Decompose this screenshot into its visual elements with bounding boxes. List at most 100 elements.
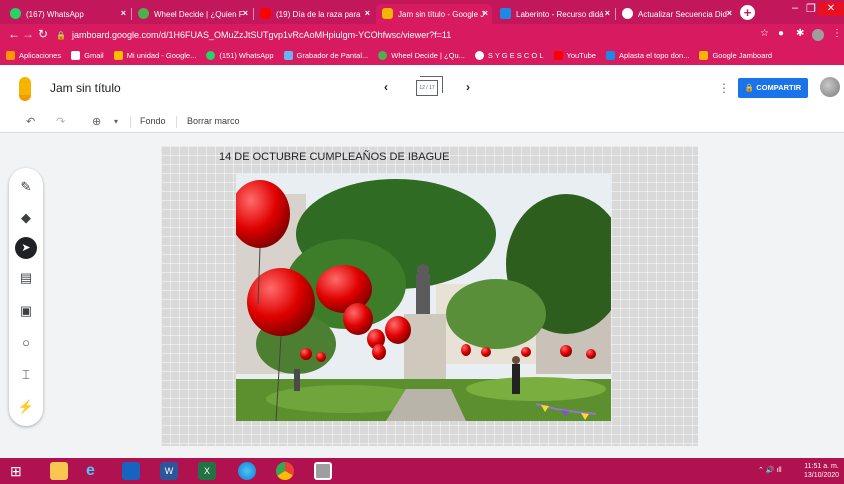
eraser-icon[interactable]: ◆ xyxy=(9,207,43,229)
next-frame-icon[interactable]: › xyxy=(466,80,470,94)
clear-frame-button[interactable]: Borrar marco xyxy=(187,116,240,126)
close-icon[interactable]: × xyxy=(605,8,610,18)
bookmark-item[interactable]: Aplicaciones xyxy=(6,51,61,60)
bookmark-item[interactable]: YouTube xyxy=(553,51,596,60)
tab-actualizar-secuencia[interactable]: Actualizar Secuencia Did × xyxy=(616,4,736,24)
youtube-icon xyxy=(553,51,563,60)
jam-title[interactable]: Jam sin título xyxy=(50,81,121,95)
sygescol-icon xyxy=(622,8,633,19)
chrome-menu-icon[interactable]: ⋮ xyxy=(832,28,842,39)
plaza-photo[interactable] xyxy=(236,174,611,421)
profile-avatar[interactable] xyxy=(812,29,824,41)
file-explorer-icon[interactable] xyxy=(50,462,68,480)
text-box-icon[interactable]: ⌶ xyxy=(9,364,43,386)
bookmark-item[interactable]: Google Jamboard xyxy=(699,51,772,60)
bookmarks-bar: Aplicaciones Gmail Mi unidad - Google...… xyxy=(0,46,844,65)
pen-icon[interactable]: ✎ xyxy=(9,176,43,198)
circle-icon[interactable]: ○ xyxy=(9,332,43,354)
bookmark-item[interactable]: Mi unidad - Google... xyxy=(113,51,197,60)
screen-recorder-icon xyxy=(283,51,293,60)
zoom-dropdown-icon[interactable]: ▾ xyxy=(114,117,118,126)
undo-icon[interactable]: ↶ xyxy=(26,115,35,128)
internet-explorer-icon[interactable]: e xyxy=(86,462,104,480)
tab-label: Laberinto - Recurso didá xyxy=(516,9,604,19)
back-arrow-icon[interactable]: ← xyxy=(8,27,20,41)
whack-a-mole-icon xyxy=(605,51,615,60)
avatar[interactable] xyxy=(820,77,840,97)
close-icon[interactable]: × xyxy=(121,8,126,18)
close-icon[interactable]: × xyxy=(243,8,248,18)
apps-grid-icon xyxy=(6,51,15,60)
tab-wheel-decide[interactable]: Wheel Decide | ¿Quien F × xyxy=(132,4,252,24)
bookmark-label: Google Jamboard xyxy=(712,51,773,60)
bookmark-item[interactable]: Grabador de Pantal... xyxy=(283,51,368,60)
window-close-button[interactable]: ✕ xyxy=(818,2,844,16)
new-tab-button[interactable]: + xyxy=(740,5,755,20)
edge-icon[interactable] xyxy=(238,462,256,480)
google-drive-icon xyxy=(113,51,123,60)
tab-whatsapp[interactable]: (167) WhatsApp × xyxy=(4,4,130,24)
bookmark-item[interactable]: Aplasta el topo don... xyxy=(605,51,689,60)
bookmark-item[interactable]: Gmail xyxy=(71,51,104,60)
windows-start-icon[interactable]: ⊞ xyxy=(10,462,28,480)
system-tray-icons[interactable]: ⌃ 🔊 ıll xyxy=(758,466,782,474)
jamboard-header: Jam sin título ‹ 12 / 17 › ⋮ 🔒 COMPARTIR xyxy=(0,65,844,111)
laberinto-icon xyxy=(500,8,511,19)
extensions-puzzle-icon[interactable]: ✱ xyxy=(796,28,804,39)
tab-laberinto[interactable]: Laberinto - Recurso didá × xyxy=(494,4,614,24)
bookmark-label: S Y G E S C O L xyxy=(487,51,544,60)
frame-bar-toggle[interactable]: 12 / 17 xyxy=(416,76,443,96)
bookmark-star-icon[interactable]: ☆ xyxy=(760,28,769,39)
bookmark-label: Wheel Decide | ¿Qu... xyxy=(391,51,465,60)
close-icon[interactable]: × xyxy=(483,8,488,18)
jam-canvas[interactable]: 14 DE OCTUBRE CUMPLEAÑOS DE IBAGUE xyxy=(161,146,698,446)
url-field[interactable]: 🔒 jamboard.google.com/d/1H6FUAS_OMuZzJtSU… xyxy=(56,27,736,43)
share-label: COMPARTIR xyxy=(756,83,802,92)
clock-time: 11:51 a. m. xyxy=(804,463,839,470)
bookmark-item[interactable]: (151) WhatsApp xyxy=(206,51,274,60)
tab-label: (19) Día de la raza para xyxy=(276,9,361,19)
word-icon[interactable]: W xyxy=(160,462,178,480)
tab-jamboard[interactable]: Jam sin título - Google J × xyxy=(376,4,492,24)
lock-icon: 🔒 xyxy=(744,83,757,92)
side-toolbar: ✎ ◆ ➤ ▤ ▣ ○ ⌶ ⚡ xyxy=(9,168,43,426)
maximize-icon[interactable]: ❐ xyxy=(806,2,816,15)
jamboard-icon xyxy=(699,51,709,60)
extension-icon[interactable]: ● xyxy=(778,28,784,39)
close-icon[interactable]: × xyxy=(727,8,732,18)
more-options-icon[interactable]: ⋮ xyxy=(718,81,730,95)
clock-date: 13/10/2020 xyxy=(804,472,840,479)
select-icon[interactable]: ➤ xyxy=(9,236,43,259)
whatsapp-icon xyxy=(206,51,216,60)
previous-frame-icon[interactable]: ‹ xyxy=(384,80,388,94)
address-bar-row: ← → ↻ 🔒 jamboard.google.com/d/1H6FUAS_OMu… xyxy=(0,24,844,46)
youtube-icon xyxy=(260,8,271,19)
laser-icon[interactable]: ⚡ xyxy=(9,396,43,418)
zoom-icon[interactable]: ⊕ xyxy=(92,115,101,128)
bookmark-label: Mi unidad - Google... xyxy=(126,51,197,60)
reload-icon[interactable]: ↻ xyxy=(38,27,48,41)
taskbar-clock[interactable]: 11:51 a. m. 13/10/2020 xyxy=(804,462,839,480)
close-icon[interactable]: × xyxy=(365,8,370,18)
chrome-icon[interactable] xyxy=(276,462,294,480)
excel-icon[interactable]: X xyxy=(198,462,216,480)
sticky-note-icon[interactable]: ▤ xyxy=(9,267,43,289)
bookmark-label: Aplicaciones xyxy=(19,51,62,60)
forward-arrow-icon[interactable]: → xyxy=(22,27,34,41)
jamboard-icon xyxy=(382,8,393,19)
minimize-icon[interactable]: – xyxy=(792,2,798,14)
background-button[interactable]: Fondo xyxy=(140,116,166,126)
canvas-title[interactable]: 14 DE OCTUBRE CUMPLEAÑOS DE IBAGUE xyxy=(219,151,449,163)
bookmark-item[interactable]: Wheel Decide | ¿Qu... xyxy=(378,51,465,60)
lock-icon: 🔒 xyxy=(56,31,66,40)
tab-label: Actualizar Secuencia Did xyxy=(638,9,727,19)
tab-dia-de-la-raza[interactable]: (19) Día de la raza para × xyxy=(254,4,374,24)
jamboard-logo-icon[interactable] xyxy=(19,77,31,101)
share-button[interactable]: 🔒 COMPARTIR xyxy=(738,78,808,98)
chrome-profile-icon[interactable] xyxy=(314,462,332,480)
media-player-icon[interactable] xyxy=(122,462,140,480)
bookmark-item[interactable]: S Y G E S C O L xyxy=(474,51,544,60)
tab-strip: (167) WhatsApp × Wheel Decide | ¿Quien F… xyxy=(0,0,844,24)
redo-icon[interactable]: ↷ xyxy=(56,115,65,128)
image-icon[interactable]: ▣ xyxy=(9,300,43,322)
